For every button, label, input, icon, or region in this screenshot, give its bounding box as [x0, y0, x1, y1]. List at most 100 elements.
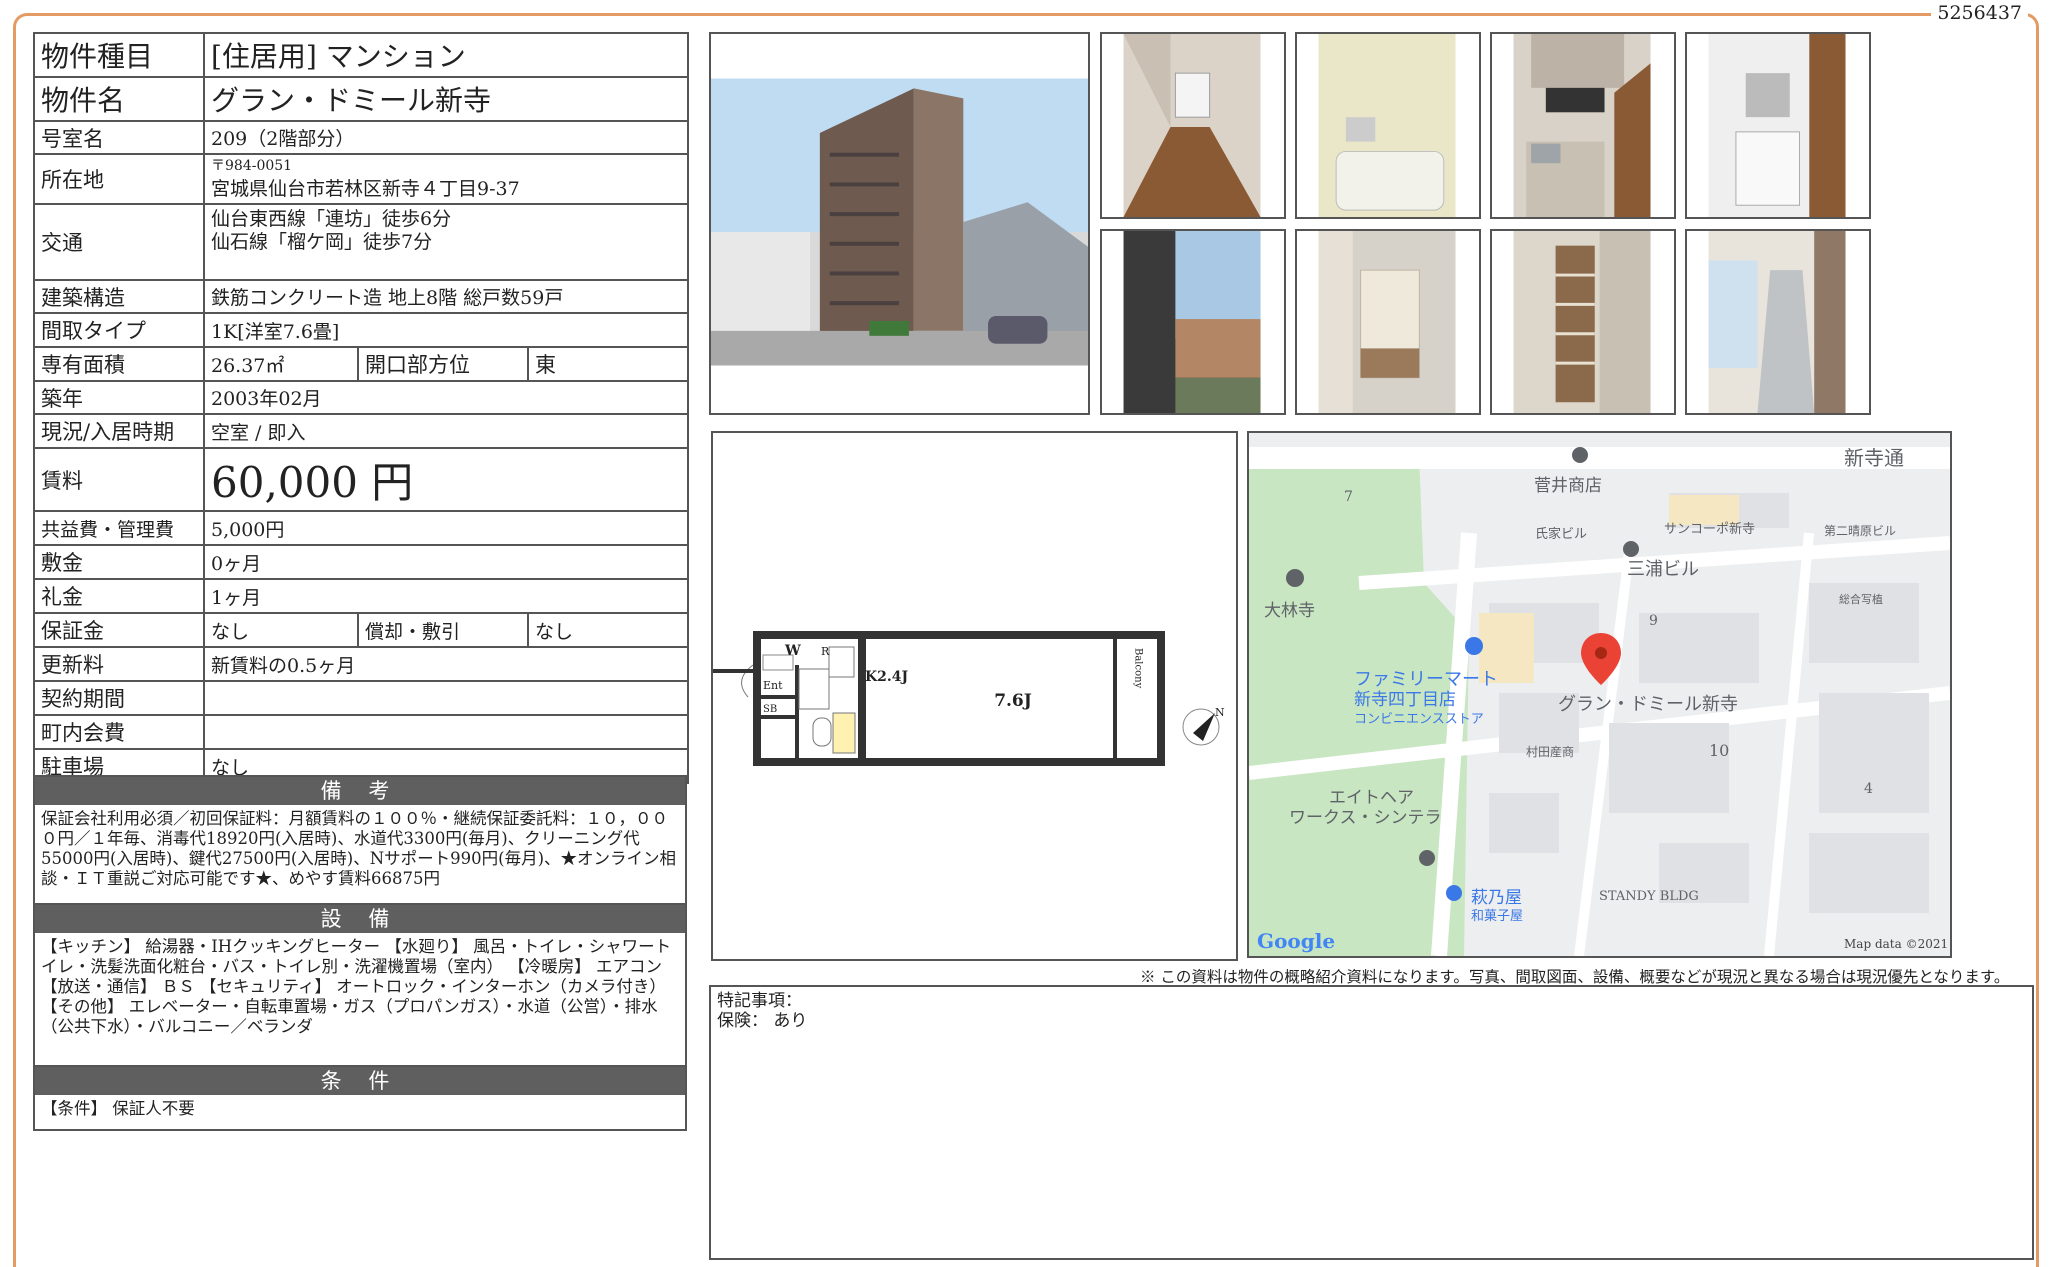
- map-marker-icon: [1419, 850, 1435, 866]
- map-credit: Map data ©2021: [1844, 937, 1948, 951]
- town-fee-value: [202, 714, 690, 750]
- built-label: 築年: [33, 380, 205, 415]
- map-store-12: 村田産商: [1526, 744, 1574, 759]
- town-fee-label: 町内会費: [33, 714, 205, 750]
- address-cell: 〒984-0051 宮城県仙台市若林区新寺４丁目9-37: [202, 153, 690, 205]
- plan-r-label: R: [821, 645, 830, 658]
- guarantee-value: なし: [203, 612, 359, 648]
- status-value: 空室 / 即入: [202, 413, 690, 449]
- room-label: 号室名: [33, 120, 205, 155]
- layout-value: 1K[洋室7.6畳]: [202, 312, 690, 348]
- closet-photo: [1295, 229, 1481, 415]
- area-label: 専有面積: [33, 346, 205, 382]
- structure-value: 鉄筋コンクリート造 地上8階 総戸数59戸: [202, 279, 690, 314]
- map-store-3: 氏家ビル: [1535, 526, 1587, 542]
- conditions-title: 条 件: [35, 1067, 685, 1095]
- special-notes-title: 特記事項：: [717, 991, 802, 1011]
- map-store-4: 三浦ビル: [1627, 559, 1699, 580]
- layout-label: 間取タイプ: [33, 312, 205, 348]
- plan-north-label: N: [1215, 706, 1225, 719]
- direction-label: 開口部方位: [357, 346, 529, 382]
- plan-w-label: W: [784, 643, 801, 659]
- map-marker-icon: [1623, 541, 1639, 557]
- map-store-8: ファミリーマート: [1354, 669, 1498, 690]
- facilities-body: 【キッチン】 給湯器・IHクッキングヒーター 【水廻り】 風呂・トイレ・シャワー…: [41, 937, 672, 1036]
- facilities-title: 設 備: [35, 905, 685, 933]
- access-label: 交通: [33, 203, 205, 281]
- conditions-section: 条 件 【条件】 保証人不要: [33, 1065, 687, 1131]
- name-value: グラン・ドミール新寺: [202, 76, 690, 122]
- temple-marker-icon: [1286, 569, 1304, 587]
- map-block-10: 10: [1709, 741, 1729, 760]
- rent-value: 60,000 円: [202, 447, 690, 512]
- postal-code: 〒984-0051: [211, 157, 293, 174]
- guarantee-label: 保証金: [33, 612, 205, 648]
- contract-label: 契約期間: [33, 680, 205, 716]
- contract-value: [202, 680, 690, 716]
- map-store-13: エイトヘア: [1329, 788, 1414, 808]
- key-money-value: 1ヶ月: [202, 578, 690, 614]
- special-notes-box: 特記事項： 保険： あり: [709, 985, 2034, 1260]
- access-cell: 仙台東西線「連坊」徒歩6分 仙石線「榴ケ岡」徒歩7分: [202, 203, 690, 281]
- map-store-7: 総合写植: [1839, 592, 1883, 606]
- access-line-1: 仙台東西線「連坊」徒歩6分: [211, 208, 452, 230]
- map-road-label: 新寺通: [1844, 446, 1904, 470]
- map-store-16: 和菓子屋: [1471, 909, 1523, 924]
- type-value: [住居用] マンション: [202, 32, 690, 78]
- fee-value: 5,000円: [202, 510, 690, 546]
- washroom-photo: [1685, 32, 1871, 219]
- plan-sb-label: SB: [763, 704, 777, 715]
- room-value: 209（2階部分）: [202, 120, 690, 155]
- balcony-photo: [1685, 229, 1871, 415]
- plan-room-label: 7.6J: [994, 691, 1032, 711]
- document-id: 5256437: [1931, 2, 2028, 24]
- plan-balcony-label: Balcony: [1133, 648, 1144, 689]
- amortization-label: 償却・敷引: [357, 612, 529, 648]
- map-block-4: 4: [1864, 781, 1873, 797]
- status-label: 現況/入居時期: [33, 413, 205, 449]
- balcony-view-photo: [1100, 229, 1286, 415]
- bathroom-photo: [1295, 32, 1481, 219]
- name-label: 物件名: [33, 76, 205, 122]
- remarks-section: 備 考 保証会社利用必須／初回保証料：月額賃料の１００％・継続保証委託料：１０，…: [33, 775, 687, 905]
- conditions-body: 【条件】 保証人不要: [41, 1099, 195, 1118]
- map-block-9: 9: [1649, 613, 1658, 629]
- kitchen-photo: [1490, 32, 1676, 219]
- structure-label: 建築構造: [33, 279, 205, 314]
- access-line-2: 仙石線「榴ケ岡」徒歩7分: [211, 231, 433, 253]
- deposit-value: 0ヶ月: [202, 544, 690, 580]
- map-store-1: 菅井商店: [1534, 476, 1602, 496]
- map-property-label: グラン・ドミール新寺: [1558, 694, 1738, 715]
- map-store-10: コンビニエンスストア: [1354, 712, 1484, 727]
- rent-label: 賃料: [33, 447, 205, 512]
- plan-ent-label: Ent: [763, 679, 783, 692]
- address-label: 所在地: [33, 153, 205, 205]
- location-map[interactable]: 新寺通 菅井商店 サンコーポ新寺 氏家ビル 三浦ビル 第二晴原ビル 大林寺 総合…: [1247, 431, 1952, 958]
- disclaimer-note: ※ この資料は物件の概略紹介資料になります。写真、間取図面、設備、概要などが現況…: [1140, 968, 2010, 986]
- facilities-section: 設 備 【キッチン】 給湯器・IHクッキングヒーター 【水廻り】 風呂・トイレ・…: [33, 903, 687, 1067]
- deposit-label: 敷金: [33, 544, 205, 580]
- type-label: 物件種目: [33, 32, 205, 78]
- building-exterior-photo: [709, 32, 1090, 415]
- store-marker-icon: [1465, 637, 1483, 655]
- renewal-label: 更新料: [33, 646, 205, 682]
- google-logo: Google: [1257, 929, 1335, 953]
- built-value: 2003年02月: [202, 380, 690, 415]
- remarks-body: 保証会社利用必須／初回保証料：月額賃料の１００％・継続保証委託料：１０，０００円…: [41, 809, 677, 888]
- map-store-9: 新寺四丁目店: [1354, 690, 1456, 710]
- fee-label: 共益費・管理費: [33, 510, 205, 546]
- map-store-6: 大林寺: [1264, 601, 1315, 621]
- floor-plan: W R Ent SB K2.4J 7.6J Balcony N: [711, 431, 1238, 961]
- amortization-value: なし: [526, 612, 690, 648]
- map-store-2: サンコーポ新寺: [1664, 521, 1755, 537]
- address-value: 宮城県仙台市若林区新寺４丁目9-37: [211, 177, 520, 200]
- interior-room-photo: [1100, 32, 1286, 219]
- map-marker-icon: [1572, 447, 1588, 463]
- special-notes-insurance: 保険： あり: [717, 1011, 808, 1031]
- area-value: 26.37㎡: [203, 346, 359, 382]
- shoe-cabinet-photo: [1490, 229, 1676, 415]
- plan-kitchen-label: K2.4J: [865, 669, 909, 685]
- map-store-15: 萩乃屋: [1471, 888, 1522, 908]
- key-money-label: 礼金: [33, 578, 205, 614]
- renewal-value: 新賃料の0.5ヶ月: [202, 646, 690, 682]
